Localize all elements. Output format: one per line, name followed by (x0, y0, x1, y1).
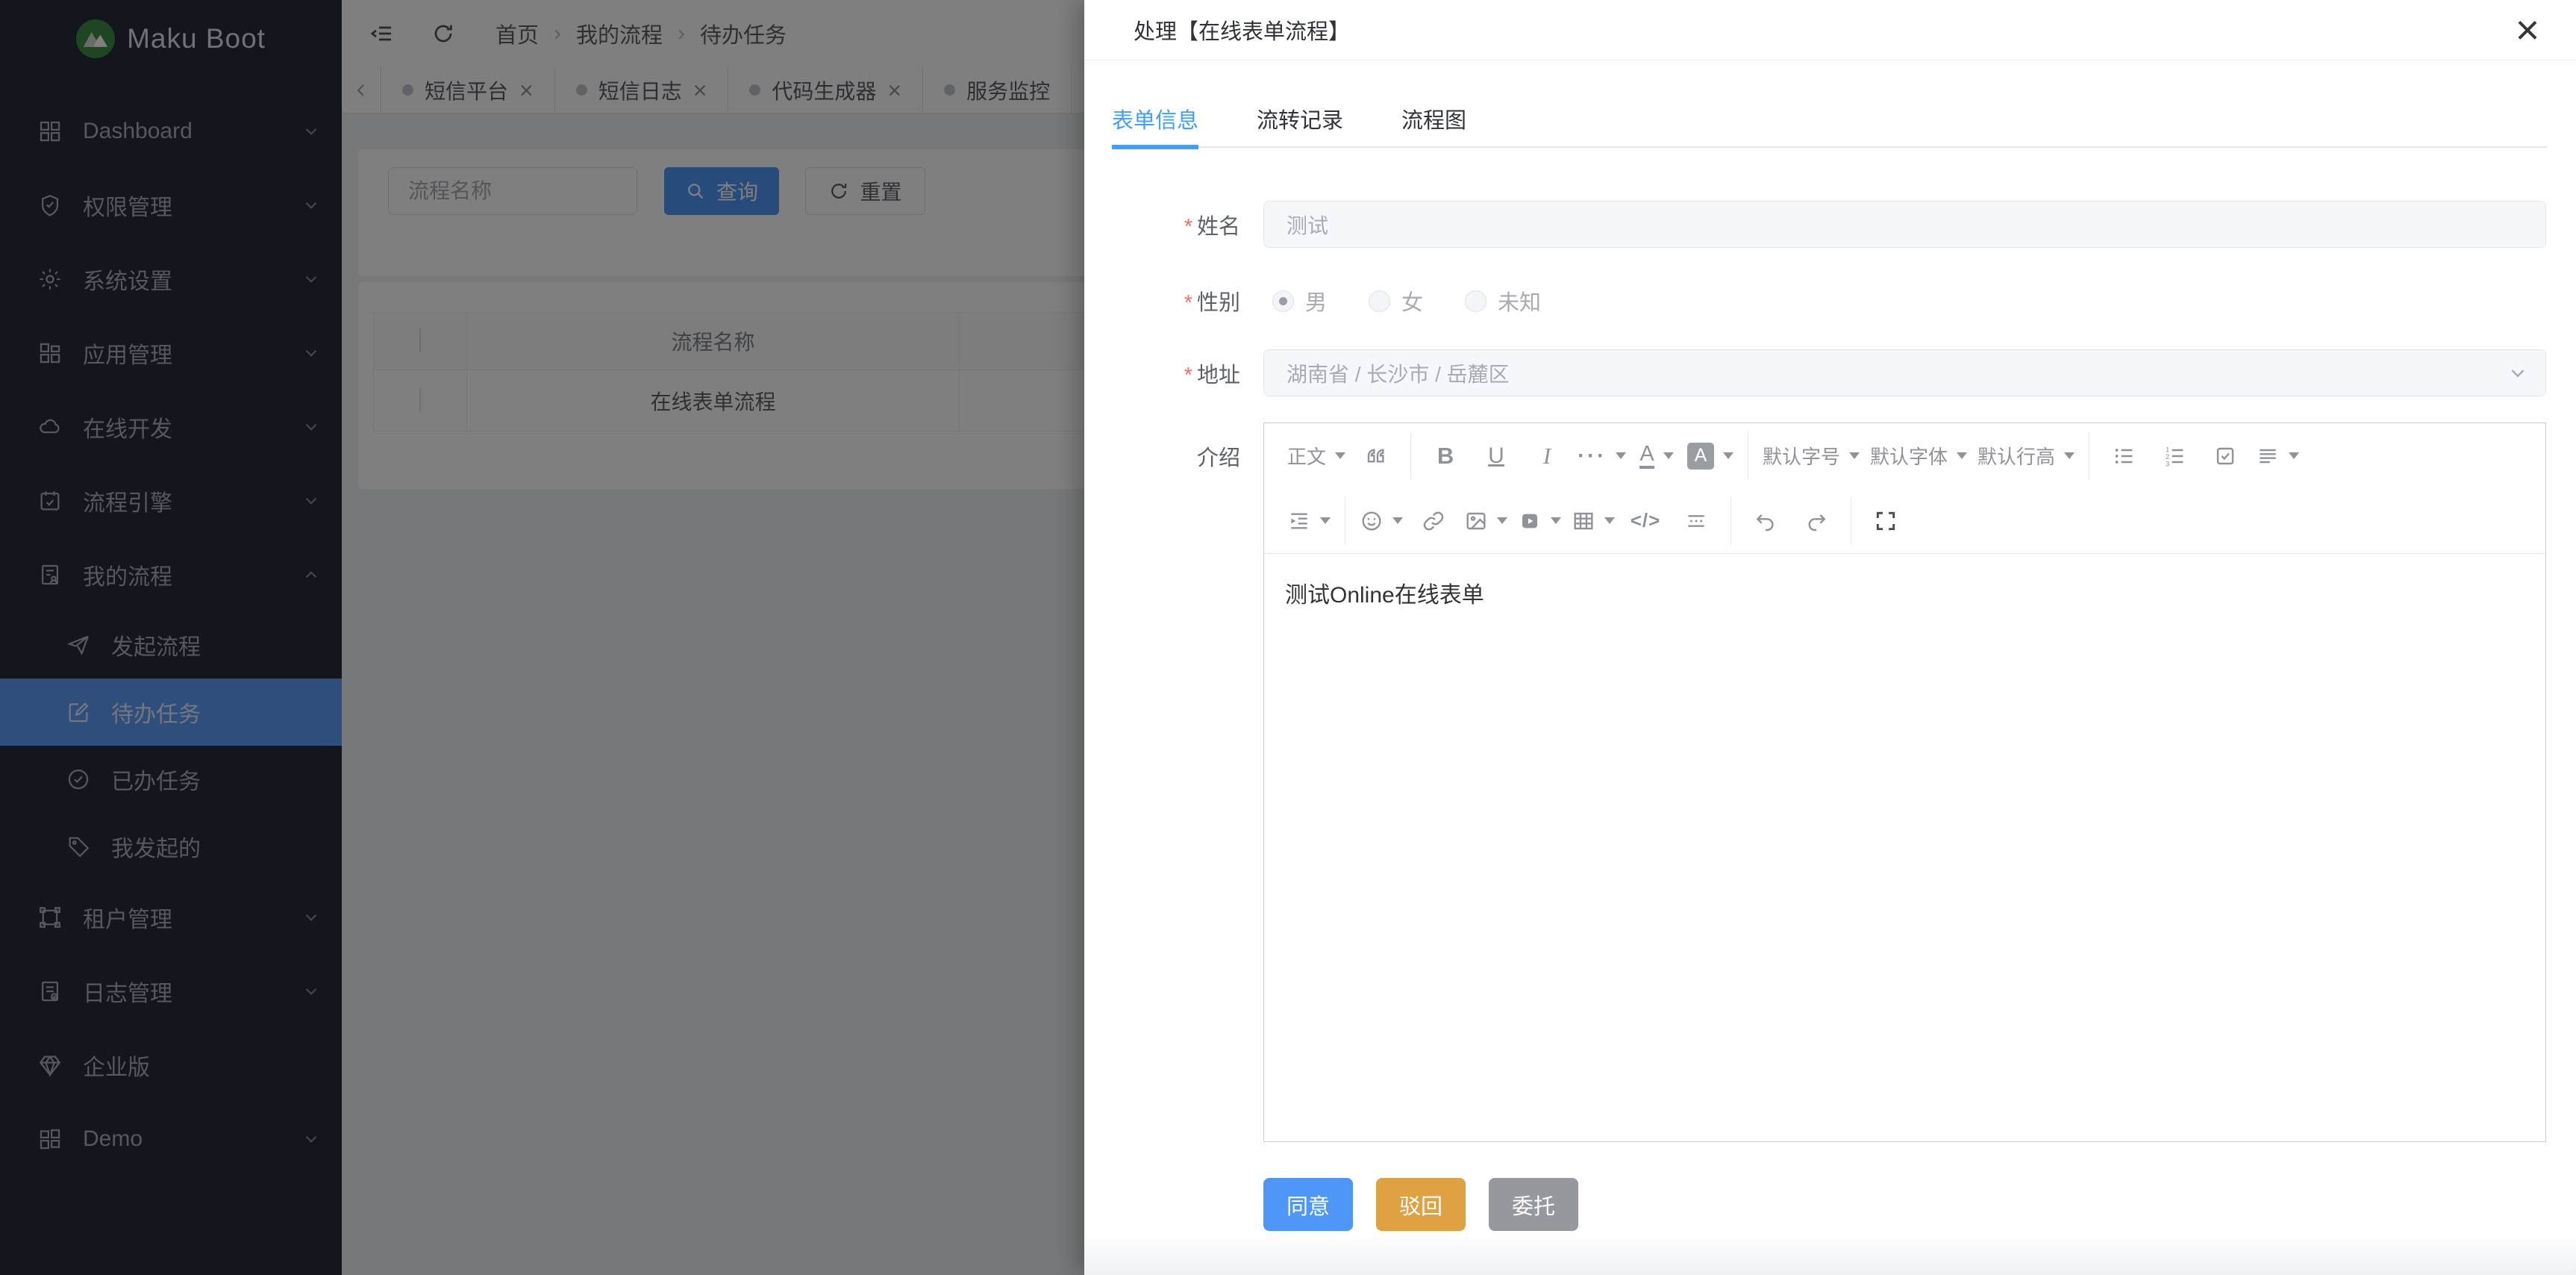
agree-button[interactable]: 同意 (1263, 1178, 1353, 1231)
radio-label: 男 (1305, 285, 1327, 317)
ordered-list-icon[interactable]: 123 (2154, 435, 2195, 477)
emoji-dropdown[interactable] (1360, 500, 1403, 542)
caret-down-icon (1663, 452, 1674, 459)
drawer-actions: 同意 驳回 委托 (1263, 1178, 2576, 1231)
undo-icon[interactable] (1745, 500, 1786, 542)
toolbar-row-1: 正文 B U I ··· A A (1264, 423, 2545, 488)
editor-toolbar: 正文 B U I ··· A A (1264, 423, 2545, 554)
name-input[interactable] (1263, 201, 2546, 248)
gender-radio-group: 男 女 未知 (1263, 285, 2546, 317)
indent-dropdown[interactable] (1287, 500, 1331, 542)
tab-form-info[interactable]: 表单信息 (1112, 90, 1198, 148)
toolbar-group-style: 正文 (1273, 432, 1410, 480)
process-drawer: 处理【在线表单流程】 × 表单信息 流转记录 流程图 *姓名 *性别 男 (1084, 0, 2576, 1275)
bg-color-dropdown[interactable]: A (1687, 435, 1734, 477)
intro-field-label: 介绍 (1112, 423, 1240, 472)
editor-content[interactable]: 测试Online在线表单 (1264, 554, 2545, 632)
delegate-button[interactable]: 委托 (1489, 1178, 1578, 1231)
divider-icon[interactable] (1676, 500, 1716, 542)
reject-button[interactable]: 驳回 (1376, 1178, 1466, 1231)
font-family-dropdown[interactable]: 默认字体 (1870, 435, 1967, 477)
tab-flow-records[interactable]: 流转记录 (1257, 90, 1343, 148)
radio-circle-icon (1272, 290, 1294, 312)
drawer-tabs: 表单信息 流转记录 流程图 (1112, 90, 2548, 148)
required-mark: * (1184, 215, 1192, 239)
address-select[interactable]: 湖南省 / 长沙市 / 岳麓区 (1263, 349, 2546, 396)
toolbar-group-inline: B U I ··· A A (1410, 432, 1748, 480)
tab-flow-diagram[interactable]: 流程图 (1401, 90, 1466, 148)
radio-label: 女 (1401, 285, 1423, 317)
toolbar-group-view (1851, 497, 1920, 545)
drawer-title: 处理【在线表单流程】 (1134, 14, 1350, 46)
toolbar-group-insert: </> (1345, 497, 1731, 545)
font-color-dropdown[interactable]: A (1636, 435, 1677, 477)
gender-field-row: *性别 男 女 未知 (1084, 282, 2576, 319)
radio-unknown[interactable]: 未知 (1465, 285, 1541, 317)
svg-text:3: 3 (2166, 460, 2169, 467)
video-dropdown[interactable] (1518, 500, 1561, 542)
name-field-row: *姓名 (1084, 201, 2576, 248)
font-size-dropdown[interactable]: 默认字号 (1763, 435, 1860, 477)
required-mark: * (1184, 291, 1192, 315)
bold-icon[interactable]: B (1425, 435, 1466, 477)
caret-down-icon (1616, 452, 1626, 459)
radio-circle-icon (1369, 290, 1390, 312)
caret-down-icon (1551, 517, 1561, 524)
radio-circle-icon (1465, 290, 1486, 312)
bullet-list-icon[interactable] (2104, 435, 2144, 477)
caret-down-icon (2064, 452, 2075, 459)
justify-dropdown[interactable] (2256, 435, 2299, 477)
caret-down-icon (2289, 452, 2299, 459)
caret-down-icon (1392, 517, 1403, 524)
radio-female[interactable]: 女 (1369, 285, 1423, 317)
caret-down-icon (1320, 517, 1331, 524)
chevron-down-icon (2507, 362, 2529, 384)
tabs-divider (1112, 146, 2548, 148)
more-styles-dropdown[interactable]: ··· (1578, 435, 1626, 477)
code-icon[interactable]: </> (1625, 500, 1666, 542)
rich-text-editor: 正文 B U I ··· A A (1263, 423, 2546, 1142)
process-form: *姓名 *性别 男 女 未知 (1084, 201, 2576, 1142)
toolbar-group-history (1731, 497, 1851, 545)
required-mark: * (1184, 364, 1192, 387)
italic-icon[interactable]: I (1527, 435, 1567, 477)
table-dropdown[interactable] (1572, 500, 1615, 542)
caret-down-icon (1957, 452, 1967, 459)
caret-down-icon (1604, 517, 1615, 524)
caret-down-icon (1849, 452, 1860, 459)
radio-male[interactable]: 男 (1272, 285, 1327, 317)
caret-down-icon (1723, 452, 1734, 459)
gender-field-label: *性别 (1112, 285, 1240, 317)
drawer-header: 处理【在线表单流程】 (1084, 0, 2576, 60)
todo-list-icon[interactable] (2205, 435, 2245, 477)
image-dropdown[interactable] (1464, 500, 1507, 542)
paragraph-style-dropdown[interactable]: 正文 (1287, 435, 1345, 477)
line-height-dropdown[interactable]: 默认行高 (1978, 435, 2075, 477)
toolbar-row-2: </> (1264, 488, 2545, 553)
fullscreen-icon[interactable] (1866, 500, 1906, 542)
drawer-body: 表单信息 流转记录 流程图 *姓名 *性别 男 (1084, 61, 2576, 1275)
address-select-value: 湖南省 / 长沙市 / 岳麓区 (1287, 358, 1510, 388)
tabs-active-indicator (1112, 145, 1198, 149)
intro-field-row: 介绍 正文 B U I ··· (1084, 423, 2576, 1142)
toolbar-group-list: 123 (2089, 432, 2313, 480)
drawer-close-icon[interactable]: × (2501, 3, 2554, 55)
name-field-label: *姓名 (1112, 209, 1240, 240)
quote-icon[interactable] (1356, 435, 1396, 477)
address-field-label: *地址 (1112, 358, 1240, 389)
radio-label: 未知 (1498, 285, 1541, 317)
underline-icon[interactable]: U (1476, 435, 1516, 477)
link-icon[interactable] (1413, 500, 1454, 542)
caret-down-icon (1497, 517, 1507, 524)
toolbar-group-indent (1273, 497, 1345, 545)
address-field-row: *地址 湖南省 / 长沙市 / 岳麓区 (1084, 349, 2576, 396)
redo-icon[interactable] (1796, 500, 1836, 542)
toolbar-group-font: 默认字号 默认字体 默认行高 (1748, 432, 2089, 480)
caret-down-icon (1335, 452, 1345, 459)
